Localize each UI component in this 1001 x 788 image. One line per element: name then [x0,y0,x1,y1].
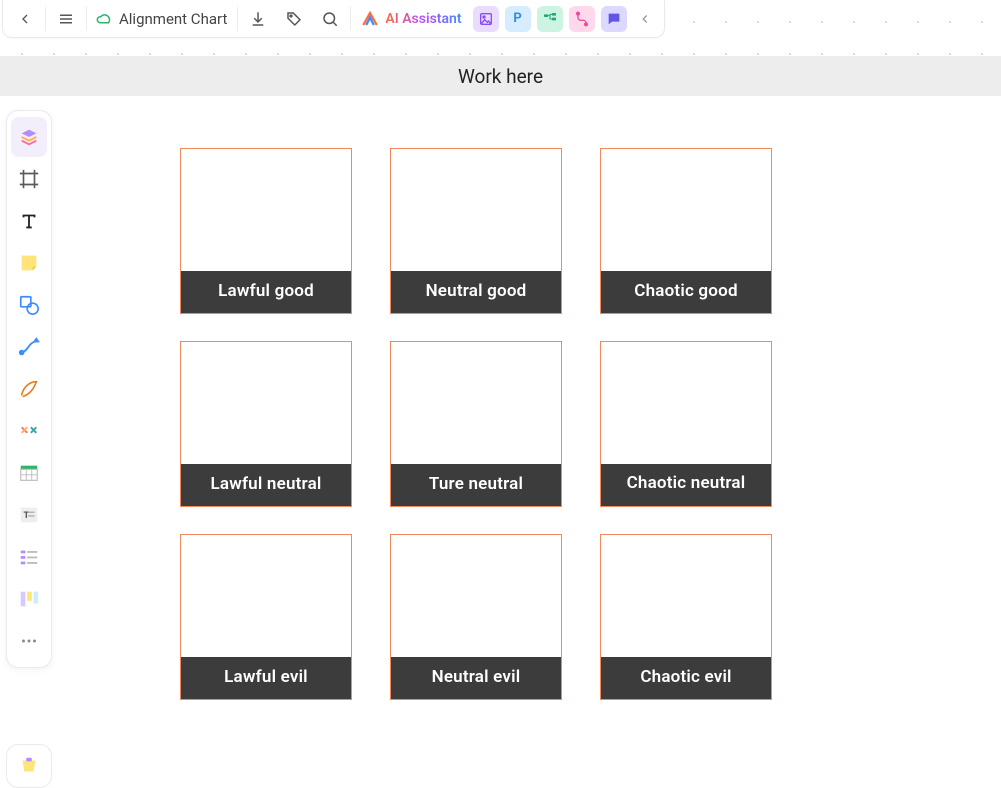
separator [350,7,351,31]
cell-chaotic-neutral[interactable]: Chaotic neutral [600,341,772,507]
branch-tool-chip[interactable] [569,6,595,32]
library-tool[interactable] [11,117,47,157]
cell-lawful-evil[interactable]: Lawful evil [180,534,352,700]
cell-image-slot [181,342,351,464]
mindmap-tool-chip[interactable] [537,6,563,32]
cell-caption: Neutral good [391,271,561,313]
pen-tool[interactable] [11,369,47,409]
alignment-grid: Lawful good Neutral good Chaotic good La… [180,148,1001,700]
work-area-header: Work here [0,56,1001,96]
ai-assistant-label: AI Assistant [385,11,461,27]
connector-tool[interactable] [11,327,47,367]
cell-caption: Lawful evil [181,657,351,699]
cell-lawful-neutral[interactable]: Lawful neutral [180,341,352,507]
frame-tool[interactable] [11,159,47,199]
ai-logo-icon [361,10,379,28]
menu-button[interactable] [48,2,84,36]
text-block-tool[interactable]: T [11,495,47,535]
list-tool[interactable] [11,537,47,577]
left-tool-palette: T [6,110,52,668]
cell-lawful-good[interactable]: Lawful good [180,148,352,314]
cell-neutral-good[interactable]: Neutral good [390,148,562,314]
comment-tool-chip[interactable] [601,6,627,32]
ai-assistant-button[interactable]: AI Assistant [353,10,469,28]
collapse-toolbar-button[interactable] [630,2,660,36]
cell-image-slot [601,149,771,271]
cell-neutral-evil[interactable]: Neutral evil [390,534,562,700]
document-title[interactable]: Alignment Chart [89,10,235,28]
cell-chaotic-good[interactable]: Chaotic good [600,148,772,314]
cell-true-neutral[interactable]: Ture neutral [390,341,562,507]
cell-image-slot [391,342,561,464]
cell-caption: Lawful good [181,271,351,313]
assistant-bubble [6,744,52,788]
cell-caption: Ture neutral [391,464,561,506]
cell-image-slot [181,535,351,657]
tag-button[interactable] [276,2,312,36]
back-button[interactable] [7,2,43,36]
swap-tool[interactable] [11,411,47,451]
cell-image-slot [601,535,771,657]
cell-caption: Lawful neutral [181,464,351,506]
search-button[interactable] [312,2,348,36]
text-tool[interactable] [11,201,47,241]
cell-caption: Neutral evil [391,657,561,699]
sticky-note-tool[interactable] [11,243,47,283]
cell-caption: Chaotic neutral [601,464,771,506]
cloud-sync-icon [95,10,113,28]
image-tool-chip[interactable] [473,6,499,32]
cell-caption: Chaotic evil [601,657,771,699]
separator [237,7,238,31]
document-title-text: Alignment Chart [119,10,227,28]
assistant-button[interactable] [11,749,47,783]
cell-image-slot [181,149,351,271]
download-button[interactable] [240,2,276,36]
kanban-tool[interactable] [11,579,47,619]
table-tool[interactable] [11,453,47,493]
cell-image-slot [391,149,561,271]
separator [86,7,87,31]
shape-tool[interactable] [11,285,47,325]
more-tools[interactable] [11,621,47,661]
separator [45,7,46,31]
p-tool-chip[interactable]: P [505,6,531,32]
cell-image-slot [391,535,561,657]
work-area: Work here Lawful good Neutral good Chaot… [0,56,1001,762]
cell-chaotic-evil[interactable]: Chaotic evil [600,534,772,700]
work-area-title: Work here [458,65,543,88]
cell-image-slot [601,342,771,464]
cell-caption: Chaotic good [601,271,771,313]
top-toolbar: Alignment Chart AI Assistant P [2,0,665,38]
